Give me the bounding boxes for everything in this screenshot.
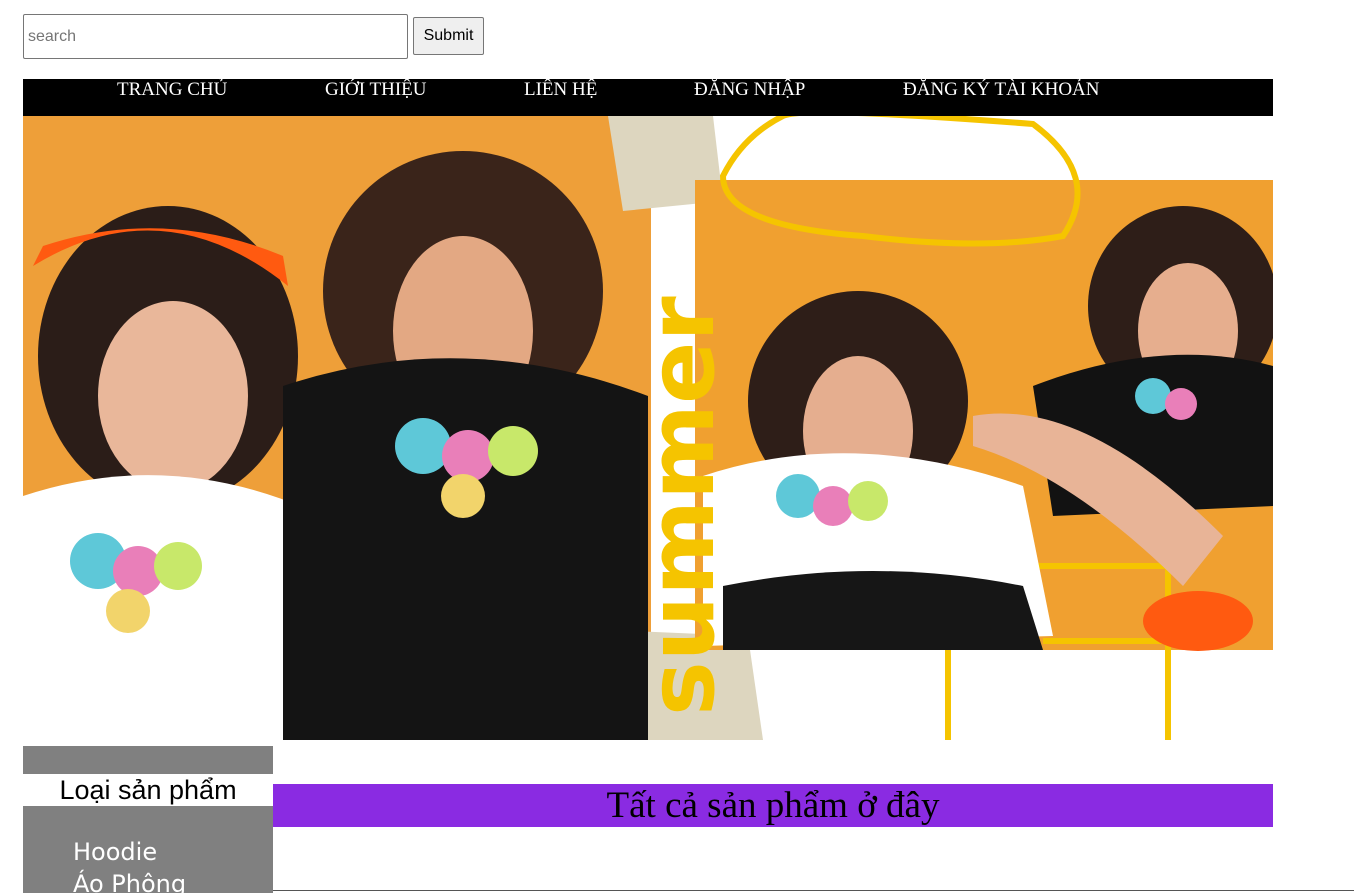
nav-item-about[interactable]: GIỚI THIỆU <box>325 79 427 116</box>
banner-image: summer <box>23 116 1273 740</box>
category-sidebar: Loại sản phẩm Hoodie Áo Phông <box>23 746 273 893</box>
submit-button[interactable]: Submit <box>413 17 484 55</box>
sidebar-top-strip <box>23 746 273 774</box>
hero-banner: summer <box>23 116 1273 740</box>
sidebar-list: Hoodie Áo Phông <box>23 806 273 893</box>
nav-item-register[interactable]: ĐĂNG KÝ TÀI KHOẢN <box>903 79 1100 116</box>
divider <box>273 890 1354 891</box>
banner-summer-text: summer <box>628 296 735 716</box>
nav-item-contact[interactable]: LIÊN HỆ <box>524 79 597 116</box>
nav-item-login[interactable]: ĐĂNG NHẬP <box>694 79 805 116</box>
search-bar: Submit <box>23 14 484 59</box>
sidebar-item-hoodie[interactable]: Hoodie <box>73 837 157 867</box>
products-heading: Tất cả sản phẩm ở đây <box>273 784 1273 827</box>
main-nav: TRANG CHỦ GIỚI THIỆU LIÊN HỆ ĐĂNG NHẬP Đ… <box>23 79 1273 116</box>
sidebar-item-ao-phong[interactable]: Áo Phông <box>73 869 186 893</box>
nav-item-home[interactable]: TRANG CHỦ <box>117 79 227 116</box>
sidebar-title: Loại sản phẩm <box>23 774 273 806</box>
search-input[interactable] <box>23 14 408 59</box>
